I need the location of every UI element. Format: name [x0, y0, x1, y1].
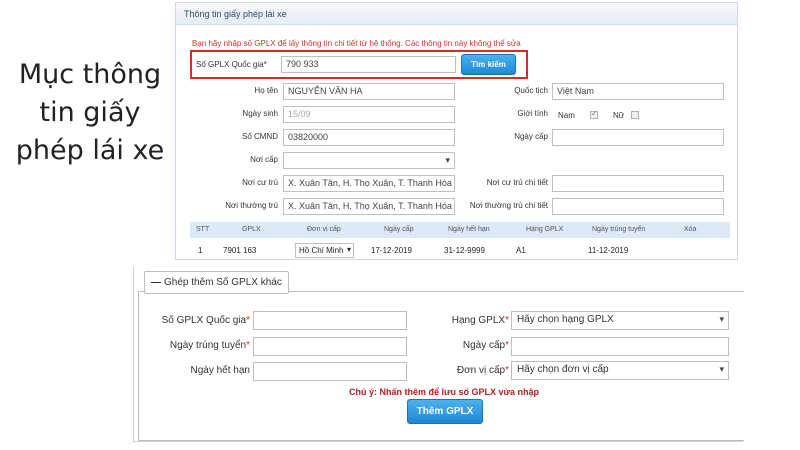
add-issue-date-input[interactable]: [511, 337, 729, 356]
table-row: 1 7901 163 Hồ Chí Minh 17-12-2019 31-12-…: [190, 240, 730, 259]
permanent-detail-label: Nơi thường trú chi tiết: [469, 201, 548, 210]
gender-label: Giới tính: [517, 109, 548, 118]
col-header: Ngày cấp: [384, 226, 414, 233]
search-button[interactable]: Tìm kiếm: [461, 54, 516, 75]
cell-class: A1: [516, 246, 526, 255]
col-header: Hạng GPLX: [526, 226, 564, 233]
add-gplx-input[interactable]: [253, 311, 407, 330]
col-header: STT: [196, 226, 210, 233]
gender-male-label: Nam: [558, 111, 575, 120]
cell-expiry: 31-12-9999: [444, 246, 485, 255]
cell-gplx: 7901 163: [223, 246, 257, 255]
residence-label: Nơi cư trú: [242, 178, 278, 187]
caption-line: Mục thông: [18, 59, 162, 90]
caption-line: phép lái xe: [15, 135, 165, 166]
col-header: Ngày trúng tuyển: [592, 226, 646, 233]
id-field: 03820000: [283, 129, 455, 146]
legend-label: Ghép thêm Số GPLX khác: [164, 277, 282, 288]
name-field: NGUYỄN VĂN HA: [283, 83, 455, 100]
gender-female-checkbox[interactable]: [631, 111, 639, 119]
caption-line: tin giấy: [39, 97, 141, 128]
unit-select[interactable]: Hãy chọn đơn vị cấp: [511, 361, 729, 380]
caption: Mục thông tin giấy phép lái xe: [8, 56, 172, 170]
issue-date-label: Ngày cấp: [514, 132, 548, 141]
expiry-label: Ngày hết hạn: [190, 365, 251, 376]
panel-title: Thông tin giấy phép lái xe: [176, 3, 737, 25]
gplx-input[interactable]: 790 933: [281, 56, 456, 73]
dob-field: 15/09: [283, 106, 455, 123]
col-header: Ngày hết hạn: [448, 226, 490, 233]
add-issue-date-label: Ngày cấp*: [462, 340, 509, 351]
license-info-panel: Thông tin giấy phép lái xe Bạn hãy nhập …: [175, 2, 738, 260]
col-header: Xóa: [684, 226, 697, 233]
dob-label: Ngày sinh: [242, 109, 278, 118]
expiry-input[interactable]: [253, 362, 407, 381]
add-license-legend[interactable]: — Ghép thêm Số GPLX khác: [144, 271, 289, 294]
residence-field: X. Xuân Tân, H. Thọ Xuân, T. Thanh Hóa: [283, 175, 455, 192]
col-header: GPLX: [242, 226, 261, 233]
col-header: Đơn vị cấp: [307, 226, 341, 233]
nationality-label: Quốc tịch: [514, 86, 548, 95]
cell-stt: 1: [198, 246, 203, 255]
cell-passed-date: 11-12-2019: [588, 246, 629, 255]
class-select[interactable]: Hãy chọn hạng GPLX: [511, 311, 729, 330]
id-label: Số CMND: [241, 132, 278, 141]
gplx-label: Số GPLX Quốc gia*: [196, 60, 267, 69]
screenshot-stage: Mục thông tin giấy phép lái xe Thông tin…: [0, 0, 800, 450]
passed-date-label: Ngày trúng tuyển*: [169, 340, 250, 351]
save-note: Chú ý: Nhấn thêm để lưu số GPLX vừa nhập: [349, 387, 540, 397]
issue-place-select[interactable]: [283, 152, 455, 169]
gender-male-checkbox[interactable]: [590, 109, 598, 119]
cell-unit-select[interactable]: Hồ Chí Minh: [295, 243, 354, 258]
permanent-label: Nơi thường trú: [225, 201, 278, 210]
residence-detail-field[interactable]: [552, 175, 724, 192]
class-label: Hạng GPLX*: [451, 315, 509, 326]
unit-label: Đơn vị cấp*: [456, 365, 509, 376]
notice-text: Bạn hãy nhập số GPLX để lấy thông tin ch…: [192, 39, 521, 48]
add-license-fieldset: Số GPLX Quốc gia* Ngày trúng tuyển* Ngày…: [138, 291, 744, 441]
cell-issue-date: 17-12-2019: [371, 246, 412, 255]
add-gplx-button[interactable]: Thêm GPLX: [407, 399, 483, 424]
issue-place-label: Nơi cấp: [250, 155, 278, 164]
add-gplx-label: Số GPLX Quốc gia*: [161, 315, 250, 326]
residence-detail-label: Nơi cư trú chi tiết: [486, 178, 548, 187]
gender-female-label: Nữ: [613, 111, 625, 120]
issue-date-field: [552, 129, 724, 146]
license-table-header: STT GPLX Đơn vị cấp Ngày cấp Ngày hết hạ…: [190, 222, 730, 238]
nationality-field: Việt Nam: [552, 83, 724, 100]
permanent-field: X. Xuân Tân, H. Thọ Xuân, T. Thanh Hóa: [283, 198, 455, 215]
add-license-panel: Số GPLX Quốc gia* Ngày trúng tuyển* Ngày…: [133, 267, 744, 442]
permanent-detail-field[interactable]: [552, 198, 724, 215]
name-label: Họ tên: [254, 86, 278, 95]
passed-date-input[interactable]: [253, 337, 407, 356]
collapse-icon[interactable]: —: [151, 277, 161, 288]
